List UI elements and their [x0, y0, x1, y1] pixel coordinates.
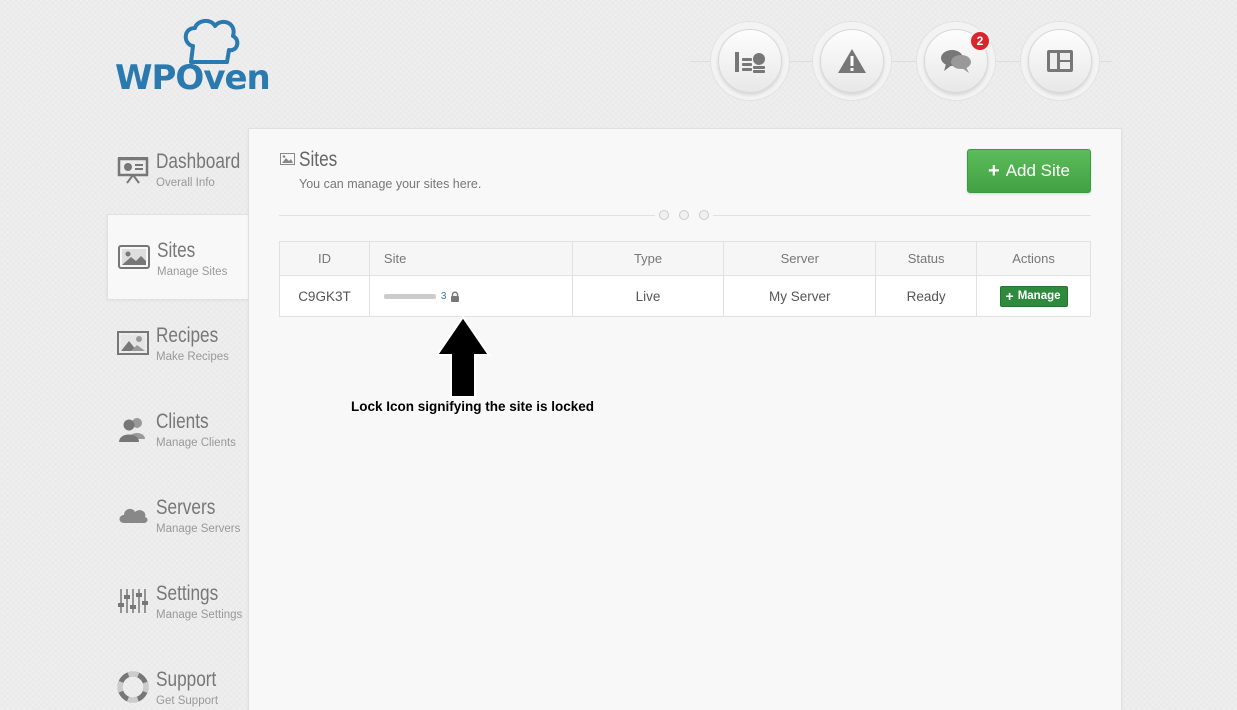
annotation-arrow-icon — [435, 315, 491, 398]
layout-icon — [1047, 50, 1073, 72]
chat-icon — [941, 50, 971, 73]
plus-icon: + — [1005, 287, 1014, 304]
top-nav-layout-button[interactable] — [1020, 21, 1100, 101]
site-status: Ready — [875, 275, 978, 317]
sidebar-item-title: Recipes — [156, 324, 219, 347]
top-nav-alerts-button[interactable] — [812, 21, 892, 101]
site-actions: + Manage — [976, 275, 1091, 317]
sidebar-item-title: Support — [156, 668, 217, 691]
annotation-label: Lock Icon signifying the site is locked — [351, 399, 595, 414]
site-cell: 3 — [368, 275, 573, 317]
sliders-icon — [118, 589, 148, 613]
add-site-label: Add Site — [1005, 161, 1070, 180]
sidebar-item-title: Clients — [156, 410, 209, 433]
page-subtitle: You can manage your sites here. — [299, 177, 482, 191]
manage-label: Manage — [1017, 289, 1061, 302]
sidebar-item-subtitle: Make Recipes — [156, 351, 229, 363]
sidebar-item-settings[interactable]: Settings Manage Settings — [107, 558, 249, 644]
column-header-site[interactable]: Site — [368, 241, 573, 276]
messages-count-badge: 2 — [969, 30, 991, 52]
lock-icon — [451, 291, 460, 303]
site-id: C9GK3T — [279, 275, 370, 317]
picture-frame-icon — [117, 331, 149, 355]
sites-table: ID Site Type Server Status Actions C9GK3… — [279, 241, 1091, 317]
sidebar-item-subtitle: Get Support — [156, 695, 219, 707]
lifebuoy-icon — [117, 671, 149, 703]
site-number[interactable]: 3 — [441, 291, 447, 302]
site-server: My Server — [723, 275, 877, 317]
column-header-server[interactable]: Server — [723, 241, 877, 276]
users-icon — [119, 418, 145, 442]
sidebar-item-title: Settings — [156, 582, 219, 605]
presentation-icon — [117, 157, 149, 184]
column-header-status[interactable]: Status — [875, 241, 978, 276]
table-header-row: ID Site Type Server Status Actions — [279, 241, 1091, 276]
plus-icon: + — [988, 160, 1000, 182]
sidebar-item-subtitle: Manage Sites — [157, 266, 228, 278]
column-header-type[interactable]: Type — [571, 241, 725, 276]
warning-icon — [838, 49, 866, 73]
sidebar-item-subtitle: Manage Servers — [156, 523, 241, 535]
column-header-actions: Actions — [976, 241, 1091, 276]
sidebar-item-servers[interactable]: Servers Manage Servers — [107, 472, 249, 558]
add-site-button[interactable]: + Add Site — [967, 149, 1091, 193]
sidebar-item-support[interactable]: Support Get Support — [107, 644, 249, 710]
sidebar-item-recipes[interactable]: Recipes Make Recipes — [107, 300, 249, 386]
site-name-redacted[interactable] — [383, 294, 436, 300]
top-nav-messages-button[interactable]: 2 — [916, 21, 996, 101]
sidebar-item-subtitle: Manage Settings — [156, 609, 243, 621]
sidebar-item-sites[interactable]: Sites Manage Sites — [107, 214, 249, 300]
sidebar-item-title: Dashboard — [156, 150, 241, 173]
page-title: Sites — [299, 148, 338, 171]
column-header-id[interactable]: ID — [279, 241, 370, 276]
sidebar-item-subtitle: Manage Clients — [156, 437, 236, 449]
image-icon — [280, 153, 295, 165]
top-nav-billing-button[interactable] — [710, 21, 790, 101]
cloud-icon — [119, 508, 148, 523]
site-type: Live — [571, 275, 725, 317]
sidebar-item-title: Servers — [156, 496, 216, 519]
sidebar-item-clients[interactable]: Clients Manage Clients — [107, 386, 249, 472]
coins-icon — [735, 52, 765, 73]
image-icon — [118, 245, 150, 269]
sidebar-item-title: Sites — [157, 239, 196, 262]
divider-dots — [655, 210, 713, 220]
manage-button[interactable]: + Manage — [999, 285, 1068, 307]
sites-panel: Sites You can manage your sites here. + … — [248, 128, 1122, 710]
sidebar-item-dashboard[interactable]: Dashboard Overall Info — [107, 126, 249, 212]
brand-logo[interactable]: WPOven — [113, 18, 283, 98]
brand-name: WPOven — [115, 58, 271, 98]
sidebar-item-subtitle: Overall Info — [156, 177, 215, 189]
table-row: C9GK3T 3 Live My Server Ready + Manage — [279, 275, 1091, 317]
